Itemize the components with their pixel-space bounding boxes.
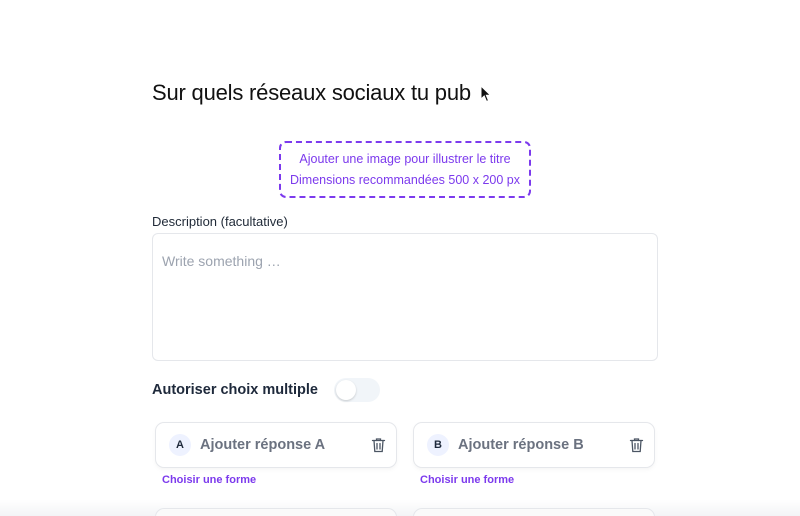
answer-card-d[interactable] [413, 508, 655, 516]
answer-card-c[interactable] [155, 508, 397, 516]
multiple-choice-row: Autoriser choix multiple [152, 378, 380, 402]
bottom-fade [0, 500, 800, 516]
multiple-choice-toggle[interactable] [333, 378, 380, 402]
description-label: Description (facultative) [152, 214, 288, 229]
multiple-choice-label: Autoriser choix multiple [152, 382, 318, 398]
answer-card-a[interactable]: A Ajouter réponse A [155, 422, 397, 468]
answer-letter-badge: A [169, 434, 191, 456]
add-image-label: Ajouter une image pour illustrer le titr… [299, 151, 511, 166]
description-textarea[interactable] [152, 233, 658, 361]
question-title-row: Sur quels réseaux sociaux tu pub [152, 80, 492, 106]
add-image-button[interactable]: Ajouter une image pour illustrer le titr… [279, 141, 531, 198]
image-dimensions-hint: Dimensions recommandées 500 x 200 px [290, 172, 520, 187]
choose-shape-link-a[interactable]: Choisir une forme [162, 474, 256, 486]
trash-icon[interactable] [371, 437, 386, 453]
answer-input-b[interactable]: Ajouter réponse B [458, 437, 629, 453]
answer-input-a[interactable]: Ajouter réponse A [200, 437, 371, 453]
trash-icon[interactable] [629, 437, 644, 453]
toggle-knob [335, 380, 356, 400]
mouse-pointer-icon [480, 85, 492, 103]
question-title[interactable]: Sur quels réseaux sociaux tu pub [152, 80, 471, 106]
answer-card-b[interactable]: B Ajouter réponse B [413, 422, 655, 468]
choose-shape-link-b[interactable]: Choisir une forme [420, 474, 514, 486]
answer-letter-badge: B [427, 434, 449, 456]
